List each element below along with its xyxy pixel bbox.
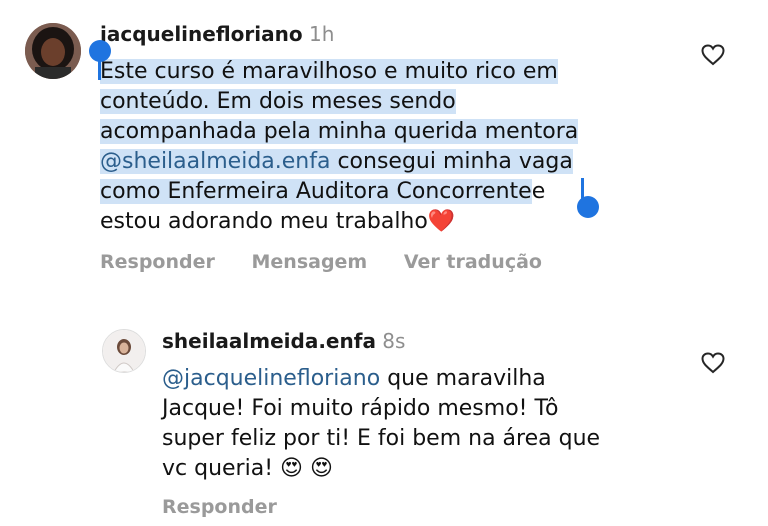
heart-emoji: ❤️ [427, 209, 456, 234]
timestamp: 1h [308, 22, 335, 46]
comment-line: estou adorando meu trabalho [100, 209, 428, 234]
like-button-2[interactable] [701, 352, 725, 378]
avatar-photo [25, 23, 81, 79]
comment-body-1: Este curso é maravilhoso e muito rico em… [100, 57, 579, 237]
comment-line: consegui minha vaga [330, 149, 573, 174]
comment-line: acompanhada pela minha querida mentora [100, 119, 579, 144]
username[interactable]: sheilaalmeida.enfa [162, 329, 376, 353]
comment-line: conteúdo. Em dois meses sendo [100, 89, 456, 114]
comment-line: super feliz por ti! E foi bem na área qu… [162, 426, 601, 451]
comment-header-2: sheilaalmeida.enfa 8s [162, 329, 405, 353]
comment-line: vc queria! [162, 456, 274, 481]
avatar-sheilaalmeida[interactable] [102, 329, 146, 373]
heart-outline-icon [701, 352, 725, 374]
comment-body-2: @jacquelinefloriano que maravilha Jacque… [162, 364, 600, 484]
comment-line: Jacque! Foi muito rápido mesmo! Tô [162, 396, 559, 421]
timestamp: 8s [382, 329, 406, 353]
selection-handle-end[interactable] [577, 178, 601, 220]
reply-button[interactable]: Responder [162, 496, 277, 518]
selection-handle-start[interactable] [89, 40, 113, 82]
heart-eyes-emoji: 😍 😍 [280, 456, 333, 481]
avatar-jacquelinefloriano[interactable] [25, 23, 81, 79]
comment-line: e [531, 179, 546, 204]
comment-header-1: jacquelinefloriano 1h [100, 22, 334, 46]
comment-line: que maravilha [380, 366, 546, 391]
comment-line-selected: como Enfermeira Auditora Concorrente [100, 179, 532, 204]
comment-actions-2: Responder [162, 496, 307, 518]
mention-link[interactable]: @jacquelinefloriano [162, 366, 380, 391]
mention-link[interactable]: @sheilaalmeida.enfa [100, 149, 330, 174]
username[interactable]: jacquelinefloriano [100, 22, 303, 46]
comment-actions-1: Responder Mensagem Ver tradução [100, 251, 572, 273]
reply-button[interactable]: Responder [100, 251, 215, 273]
comment-line: Este curso é maravilhoso e muito rico em [100, 59, 558, 84]
like-button-1[interactable] [701, 44, 725, 70]
avatar-photo [103, 330, 145, 372]
heart-outline-icon [701, 44, 725, 66]
translate-button[interactable]: Ver tradução [404, 251, 542, 273]
message-button[interactable]: Mensagem [252, 251, 368, 273]
